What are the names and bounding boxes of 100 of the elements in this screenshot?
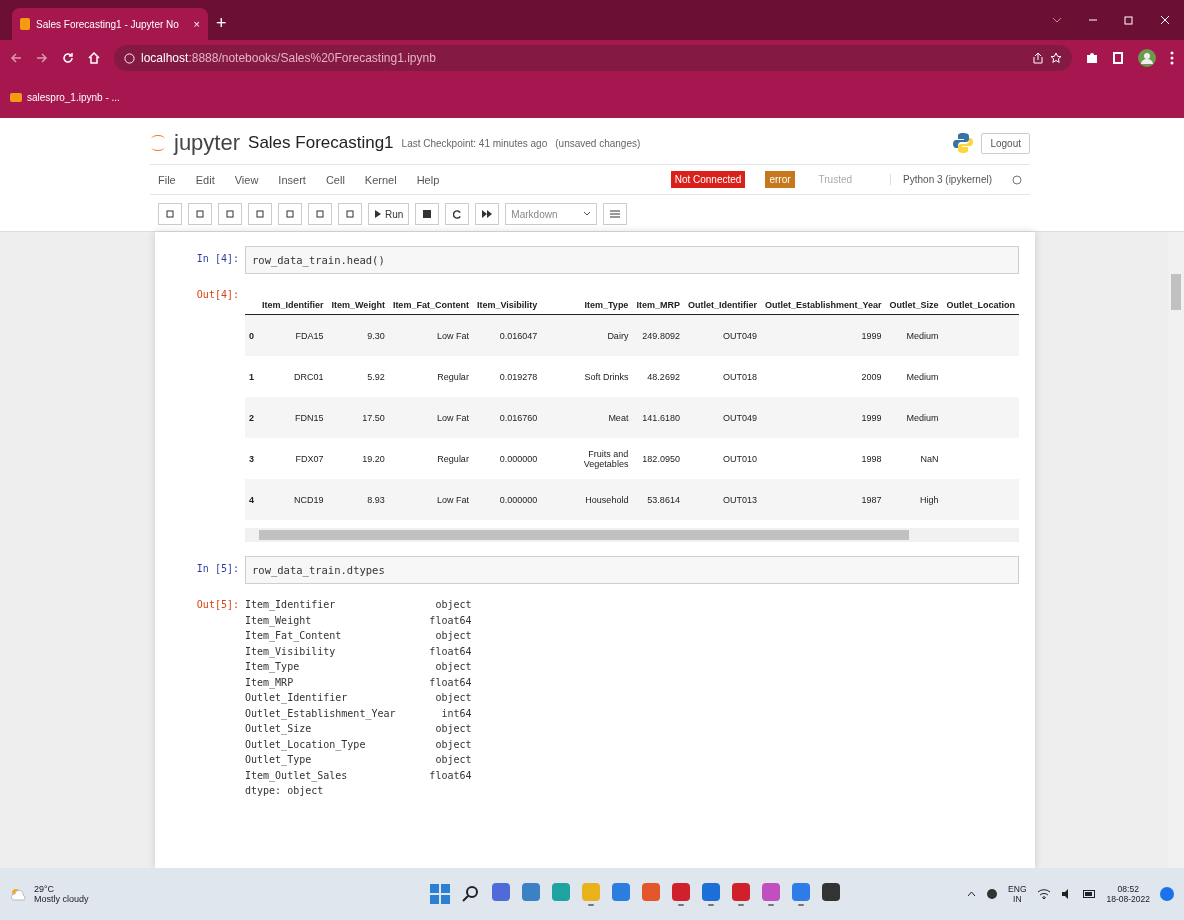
kernel-status-icon xyxy=(1012,174,1022,185)
output-text: Item_Fat_Content xyxy=(245,629,343,644)
row-index: 1 xyxy=(245,356,258,397)
menu-item[interactable]: Cell xyxy=(325,173,345,186)
reload-icon xyxy=(62,52,74,64)
app-icon[interactable] xyxy=(672,882,690,901)
chevron-up-icon xyxy=(967,891,977,897)
python-logo-icon xyxy=(953,132,974,154)
run-button[interactable]: Run xyxy=(368,203,410,225)
menu-item[interactable]: Kernel xyxy=(364,173,397,186)
menu-item[interactable]: Insert xyxy=(278,173,306,186)
close-tab-button[interactable]: × xyxy=(193,18,200,30)
menu-item[interactable]: Edit xyxy=(195,173,215,186)
table-cell: FDA15 xyxy=(258,314,328,356)
down-arrow-button[interactable] xyxy=(338,203,362,225)
code-cell[interactable]: row_data_train.dtypes xyxy=(245,556,1019,584)
column-header: Item_MRP xyxy=(632,296,684,315)
table-cell: 1999 xyxy=(760,397,886,438)
table-cell: Medium xyxy=(885,314,943,356)
table-cell: 0.016047 xyxy=(472,314,542,356)
fast-forward-icon xyxy=(482,210,493,218)
close-icon xyxy=(1160,15,1170,25)
app-icon[interactable] xyxy=(822,882,840,901)
tab-title: Sales Forecasting1 - Jupyter No xyxy=(36,18,180,30)
column-header: Item_Weight xyxy=(327,296,389,315)
save-button[interactable] xyxy=(158,203,182,225)
back-icon xyxy=(10,52,22,64)
column-header: Outlet_Size xyxy=(885,296,943,315)
clock-date[interactable]: 18-08-2022 xyxy=(1106,894,1150,904)
table-cell: Medium xyxy=(885,356,943,397)
app-icon[interactable] xyxy=(732,882,750,901)
kernel-name[interactable]: Python 3 (ipykernel) xyxy=(890,174,992,185)
table-cell: NaN xyxy=(885,438,943,479)
table-cell: 1999 xyxy=(760,314,886,356)
menu-item[interactable]: View xyxy=(234,173,259,186)
output-text: dtype: object xyxy=(245,784,325,798)
unsaved-status: (unsaved changes) xyxy=(555,137,641,149)
table-cell: 48.2692 xyxy=(632,356,684,397)
code-cell[interactable]: row_data_train.head() xyxy=(245,246,1019,274)
restart-icon xyxy=(452,209,462,219)
menu-item[interactable]: Help xyxy=(416,173,440,186)
stop-button[interactable] xyxy=(415,203,440,225)
output-text: Item_Outlet_Sales xyxy=(245,768,349,783)
column-header: Outlet_Establishment_Year xyxy=(760,296,886,315)
region-text[interactable]: IN xyxy=(1013,894,1022,904)
language-text[interactable]: ENG xyxy=(1008,884,1027,894)
copy-button[interactable] xyxy=(248,203,272,225)
input-prompt: In [5]: xyxy=(195,562,240,576)
table-cell: Fruits and Vegetables xyxy=(541,438,633,479)
clock-time[interactable]: 08:52 xyxy=(1117,884,1139,894)
output-text: float64 xyxy=(428,644,472,659)
column-header: Outlet_Location xyxy=(942,296,1019,315)
table-cell: Medium xyxy=(885,397,943,438)
output-text: object xyxy=(434,722,472,736)
table-cell: OUT049 xyxy=(683,314,761,356)
row-index: 3 xyxy=(245,438,258,479)
output-text: object xyxy=(434,737,472,752)
table-cell: Dairy xyxy=(541,314,633,356)
paste-button[interactable] xyxy=(278,203,302,225)
restart-button[interactable] xyxy=(445,203,470,225)
output-text: int64 xyxy=(440,706,472,721)
fast-forward-button[interactable] xyxy=(475,203,500,225)
table-cell: NCD19 xyxy=(258,479,328,520)
column-header: Item_Type xyxy=(541,296,633,315)
plus-button[interactable] xyxy=(188,203,212,225)
forward-icon xyxy=(36,52,48,64)
output-prompt: Out[4]: xyxy=(195,288,240,302)
table-cell: 0.000000 xyxy=(472,479,542,520)
star-icon xyxy=(1050,52,1062,64)
notebook-title[interactable]: Sales Forecasting1 xyxy=(248,133,394,153)
output-text: Item_Identifier xyxy=(245,598,337,613)
logout-button[interactable]: Logout xyxy=(981,132,1030,154)
browser-tab[interactable]: Sales Forecasting1 - Jupyter No × xyxy=(12,8,208,40)
cell-type-dropdown[interactable]: Markdown xyxy=(505,203,598,225)
tray-app-icon xyxy=(986,888,999,900)
output-text: float64 xyxy=(428,613,472,628)
horizontal-scrollbar[interactable] xyxy=(245,528,1019,542)
notification-icon xyxy=(1160,887,1174,901)
puzzle-icon xyxy=(1086,52,1098,64)
table-cell: 8.93 xyxy=(327,479,389,520)
column-header: Item_Visibility xyxy=(472,296,542,315)
table-cell: 0.016760 xyxy=(472,397,542,438)
output-text: Outlet_Type xyxy=(245,753,313,768)
table-cell: Regular xyxy=(388,438,473,479)
output-text: object xyxy=(434,753,472,767)
stop-icon xyxy=(423,210,432,218)
new-tab-button[interactable]: + xyxy=(216,8,227,40)
output-text: object xyxy=(434,598,472,612)
up-arrow-button[interactable] xyxy=(308,203,332,225)
bookmark-link[interactable]: salespro_1.ipynb - ... xyxy=(10,91,120,103)
command-palette-button[interactable] xyxy=(603,203,628,225)
cut-button[interactable] xyxy=(218,203,242,225)
wifi-icon xyxy=(1036,888,1051,900)
table-cell: 9.30 xyxy=(327,314,389,356)
home-icon xyxy=(88,52,100,64)
table-cell: OUT018 xyxy=(683,356,761,397)
output-text: object xyxy=(434,691,472,705)
output-text: Outlet_Size xyxy=(245,722,313,737)
menu-item[interactable]: File xyxy=(158,173,176,186)
address-bar[interactable]: localhost:8888/notebooks/Sales%20Forecasting1.ipynb xyxy=(114,45,1072,71)
